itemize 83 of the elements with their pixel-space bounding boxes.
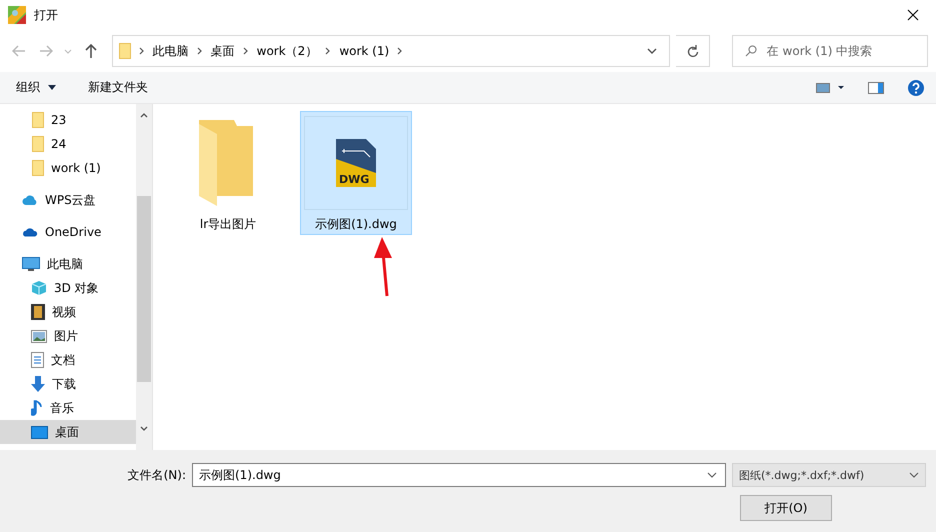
breadcrumb[interactable]: 桌面 <box>204 42 241 60</box>
app-icon <box>8 6 26 24</box>
folder-icon <box>32 136 44 152</box>
sidebar-item[interactable]: 3D 对象 <box>0 276 136 300</box>
monitor-icon <box>22 256 40 272</box>
chevron-down-icon <box>647 48 658 54</box>
chevron-right-icon <box>325 47 332 55</box>
breadcrumb[interactable]: work (1) <box>333 44 396 58</box>
sidebar-item[interactable]: WPS云盘 <box>0 188 136 212</box>
folder-icon <box>32 160 44 176</box>
sidebar-item[interactable]: 图片 <box>0 324 136 348</box>
film-icon <box>31 304 45 320</box>
sidebar-label: 23 <box>51 113 66 127</box>
search-field[interactable]: 在 work (1) 中搜索 <box>732 35 928 67</box>
sidebar-item[interactable]: 24 <box>0 132 136 156</box>
forward-arrow-icon <box>38 45 53 57</box>
document-icon <box>31 352 44 368</box>
sidebar-item[interactable]: 文档 <box>0 348 136 372</box>
scroll-up-icon[interactable] <box>140 112 148 118</box>
sidebar-item[interactable]: 23 <box>0 108 136 132</box>
sidebar-item[interactable]: work (1) <box>0 156 136 180</box>
file-item[interactable]: lr导出图片 <box>172 111 284 235</box>
up-arrow-icon <box>84 44 97 58</box>
icon-label: DWG <box>339 173 370 186</box>
search-icon <box>744 45 757 57</box>
filename-input[interactable]: 示例图(1).dwg <box>197 467 707 483</box>
sidebar-item[interactable]: 下载 <box>0 372 136 396</box>
down-arrow-icon <box>31 376 45 392</box>
chevron-right-icon <box>397 47 404 55</box>
breadcrumb[interactable]: 此电脑 <box>146 42 195 60</box>
chevron-down-icon <box>909 472 919 478</box>
sidebar-item[interactable]: 此电脑 <box>0 252 136 276</box>
sidebar-label: WPS云盘 <box>45 192 96 208</box>
refresh-icon <box>686 44 699 58</box>
pane-icon <box>868 82 884 94</box>
sidebar-label: 音乐 <box>50 400 74 416</box>
cloud-icon <box>22 194 38 206</box>
sidebar-label: 桌面 <box>55 424 79 440</box>
filename-field[interactable]: 示例图(1).dwg <box>192 463 726 487</box>
open-button[interactable]: 打开(O) <box>740 495 832 521</box>
new-folder-button[interactable]: 新建文件夹 <box>80 75 156 100</box>
folder-icon <box>118 43 131 59</box>
cube-icon <box>31 280 47 296</box>
sidebar-item[interactable]: 桌面 <box>0 420 136 444</box>
help-icon <box>908 80 924 96</box>
folder-icon <box>32 112 44 128</box>
chevron-right-icon <box>196 47 203 55</box>
chevron-down-icon <box>64 48 72 54</box>
scroll-down-icon[interactable] <box>140 426 148 432</box>
refresh-button[interactable] <box>676 35 710 67</box>
picture-icon <box>31 330 47 342</box>
sidebar-label: OneDrive <box>45 225 102 239</box>
breadcrumb[interactable]: work（2） <box>250 42 324 60</box>
back-arrow-icon <box>12 45 26 57</box>
music-note-icon <box>31 400 43 416</box>
sidebar-label: 此电脑 <box>47 256 83 272</box>
sidebar-label: 文档 <box>51 352 75 368</box>
file-type-dropdown[interactable]: 图纸(*.dwg;*.dxf;*.dwf) <box>732 463 926 487</box>
sidebar-item[interactable]: OneDrive <box>0 220 136 244</box>
caret-icon <box>48 85 56 90</box>
sidebar-item[interactable]: 视频 <box>0 300 136 324</box>
chevron-right-icon <box>138 47 145 55</box>
file-item[interactable]: DWG 示例图(1).dwg <box>300 111 412 235</box>
sidebar-label: 24 <box>51 137 66 151</box>
cloud-icon <box>22 227 38 237</box>
sidebar-item[interactable]: 音乐 <box>0 396 136 420</box>
desktop-icon <box>31 426 48 438</box>
scrollbar-thumb[interactable] <box>137 196 151 382</box>
file-name: 示例图(1).dwg <box>315 216 397 233</box>
close-icon <box>907 9 919 21</box>
view-icon <box>816 82 844 92</box>
chevron-right-icon <box>242 47 249 55</box>
file-name: lr导出图片 <box>200 216 256 233</box>
sidebar-label: 图片 <box>54 328 78 344</box>
dropdown-caret-icon <box>707 472 717 478</box>
organize-menu[interactable]: 组织 <box>8 75 64 100</box>
sidebar-label: 3D 对象 <box>54 280 99 296</box>
address-bar[interactable]: 此电脑 桌面 work（2） work (1) <box>112 35 670 67</box>
sidebar-label: 下载 <box>52 376 76 392</box>
sidebar-label: work (1) <box>51 161 101 175</box>
window-title: 打开 <box>34 6 59 24</box>
filename-label: 文件名(N): <box>126 466 186 484</box>
sidebar-label: 视频 <box>52 304 76 320</box>
